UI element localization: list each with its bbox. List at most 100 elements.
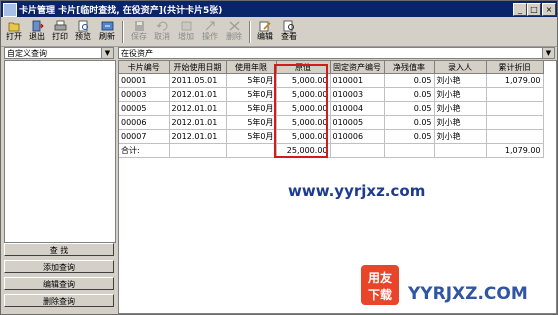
col-header-accum-depreciation[interactable]: 累计折旧 — [486, 61, 544, 74]
cell-card-no: 00001 — [119, 73, 170, 88]
table-row[interactable]: 00007 2012.01.01 5年0月 5,000.00 010006 0.… — [119, 129, 544, 144]
maximize-button[interactable]: □ — [527, 3, 541, 16]
open-button[interactable]: 打开 — [3, 19, 25, 45]
watermark-url: www.yyrjxz.com — [288, 182, 426, 200]
col-header-salvage-rate[interactable]: 净残值率 — [384, 61, 435, 74]
asset-filter-value: 在役资产 — [121, 49, 153, 58]
cell-start-date: 2011.05.01 — [169, 73, 227, 88]
print-button[interactable]: 打印 — [49, 19, 71, 45]
operate-button[interactable]: 操作 — [199, 19, 221, 45]
chevron-down-icon[interactable]: ▼ — [542, 48, 554, 58]
col-header-start-date[interactable]: 开始使用日期 — [169, 61, 227, 74]
minimize-button[interactable]: _ — [513, 3, 527, 16]
save-disk-icon — [134, 21, 144, 31]
add-query-button[interactable]: 添加查询 — [4, 260, 114, 273]
save-label: 保存 — [131, 32, 147, 41]
total-empty-cell — [330, 143, 385, 158]
cell-card-no: 00006 — [119, 115, 170, 130]
edit-label: 编辑 — [257, 32, 273, 41]
cancel-label: 取消 — [154, 32, 170, 41]
cell-useful-life: 5年0月 — [226, 87, 277, 102]
asset-filter-select[interactable]: 在役资产 ▼ — [118, 47, 555, 59]
undo-icon — [156, 21, 167, 31]
view-label: 查看 — [281, 32, 297, 41]
edit-query-button[interactable]: 编辑查询 — [4, 277, 114, 290]
exit-button[interactable]: 退出 — [26, 19, 48, 45]
total-label: 合计: — [119, 143, 170, 158]
cell-asset-no: 010005 — [330, 115, 385, 130]
operate-icon — [205, 21, 214, 31]
add-button[interactable]: 增加 — [175, 19, 197, 45]
folder-open-icon — [8, 22, 19, 32]
cell-accum-depreciation — [486, 101, 544, 116]
watermark-brand: YYRJXZ.COM — [408, 284, 528, 304]
cell-asset-no: 010001 — [330, 73, 385, 88]
find-button[interactable]: 查 找 — [4, 243, 114, 256]
table-row[interactable]: 00001 2011.05.01 5年0月 5,000.00 010001 0.… — [119, 73, 544, 88]
close-button[interactable]: × — [542, 3, 556, 16]
delete-query-button[interactable]: 删除查询 — [4, 294, 114, 307]
cell-card-no: 00007 — [119, 129, 170, 144]
query-type-select[interactable]: 自定义查询 ▼ — [4, 47, 114, 59]
add-label: 增加 — [178, 32, 194, 41]
query-list[interactable] — [4, 60, 116, 243]
open-label: 打开 — [6, 32, 22, 41]
cell-entered-by: 刘小艳 — [434, 129, 487, 144]
cell-card-no: 00003 — [119, 87, 170, 102]
cell-salvage-rate: 0.05 — [384, 129, 435, 144]
refresh-icon — [101, 21, 113, 31]
chevron-down-icon[interactable]: ▼ — [101, 48, 113, 58]
view-button[interactable]: 查看 — [278, 19, 300, 45]
total-empty-cell — [169, 143, 227, 158]
cell-useful-life: 5年0月 — [226, 115, 277, 130]
col-header-entered-by[interactable]: 录入人 — [434, 61, 487, 74]
cell-entered-by: 刘小艳 — [434, 115, 487, 130]
cell-asset-no: 010006 — [330, 129, 385, 144]
card-management-window: 卡片管理 卡片[临时查找, 在役资产](共计卡片5张) _ □ × 打开 退出 … — [0, 0, 558, 315]
table-row[interactable]: 00005 2012.01.01 5年0月 5,000.00 010004 0.… — [119, 101, 544, 116]
preview-button[interactable]: 预览 — [72, 19, 94, 45]
logo-text-top: 用友 — [367, 270, 392, 285]
cell-useful-life: 5年0月 — [226, 73, 277, 88]
toolbar-separator-2 — [249, 21, 251, 43]
col-header-card-no[interactable]: 卡片编号 — [119, 61, 170, 74]
total-empty-cell — [226, 143, 277, 158]
title-bar: 卡片管理 卡片[临时查找, 在役资产](共计卡片5张) _ □ × — [1, 1, 557, 17]
add-card-icon — [181, 21, 191, 31]
operate-label: 操作 — [202, 32, 218, 41]
col-header-asset-no[interactable]: 固定资产编号 — [330, 61, 385, 74]
cell-useful-life: 5年0月 — [226, 101, 277, 116]
table-row[interactable]: 00003 2012.01.01 5年0月 5,000.00 010003 0.… — [119, 87, 544, 102]
cell-card-no: 00005 — [119, 101, 170, 116]
save-button[interactable]: 保存 — [128, 19, 150, 45]
cell-start-date: 2012.01.01 — [169, 87, 227, 102]
total-accum-depreciation: 1,079.00 — [486, 143, 544, 158]
toolbar-separator — [122, 21, 124, 43]
cell-accum-depreciation — [486, 87, 544, 102]
cell-start-date: 2012.01.01 — [169, 115, 227, 130]
total-empty-cell — [384, 143, 435, 158]
toolbar: 打开 退出 打印 预览 刷新 保存 取消 增加 操作 删除 编辑 查看 — [1, 18, 557, 47]
cell-asset-no: 010004 — [330, 101, 385, 116]
preview-label: 预览 — [75, 32, 91, 41]
cell-entered-by: 刘小艳 — [434, 101, 487, 116]
col-header-useful-life[interactable]: 使用年限 — [226, 61, 277, 74]
edit-button[interactable]: 编辑 — [254, 19, 276, 45]
total-empty-cell — [434, 143, 487, 158]
table-row[interactable]: 00006 2012.01.01 5年0月 5,000.00 010005 0.… — [119, 115, 544, 130]
cell-accum-depreciation: 1,079.00 — [486, 73, 544, 88]
cell-useful-life: 5年0月 — [226, 129, 277, 144]
print-label: 打印 — [52, 32, 68, 41]
refresh-button[interactable]: 刷新 — [96, 19, 118, 45]
cell-entered-by: 刘小艳 — [434, 87, 487, 102]
cell-entered-by: 刘小艳 — [434, 73, 487, 88]
delete-button[interactable]: 删除 — [223, 19, 245, 45]
yonyou-download-logo: 用友 下载 — [361, 265, 399, 305]
delete-label: 删除 — [226, 32, 242, 41]
cell-start-date: 2012.01.01 — [169, 129, 227, 144]
cell-asset-no: 010003 — [330, 87, 385, 102]
cancel-button[interactable]: 取消 — [151, 19, 173, 45]
query-type-value: 自定义查询 — [7, 49, 47, 58]
print-preview-icon — [78, 20, 88, 32]
window-title: 卡片管理 卡片[临时查找, 在役资产](共计卡片5张) — [19, 6, 223, 16]
